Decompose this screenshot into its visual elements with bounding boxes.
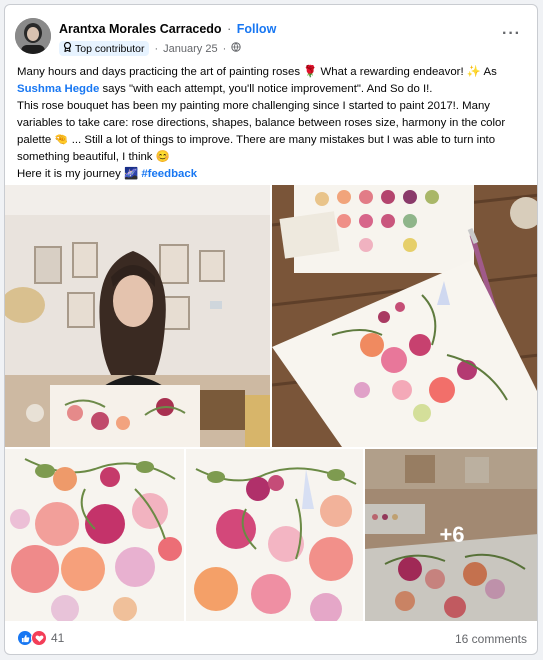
text-line: Here it is my journey 🌌: [17, 168, 142, 180]
love-reaction-icon: [31, 630, 47, 646]
post-text: Many hours and days practicing the art o…: [17, 64, 529, 183]
text-paragraph-2: This rose bouquet has been my painting m…: [17, 100, 506, 163]
author-line: Arantxa Morales Carracedo · Follow: [59, 22, 276, 36]
separator: ·: [227, 22, 232, 36]
photo-palette-painting[interactable]: [272, 185, 537, 447]
separator: ·: [222, 42, 227, 55]
reaction-count: 41: [51, 631, 65, 645]
text-line: says "with each attempt, you'll notice i…: [99, 83, 433, 95]
follow-button[interactable]: Follow: [237, 22, 277, 36]
avatar[interactable]: [15, 18, 51, 54]
post-meta: Top contributor · January 25 ·: [59, 41, 241, 56]
text-paragraph-3: Here it is my journey 🌌 #feedback: [17, 166, 529, 183]
mention-link[interactable]: Sushma Hegde: [17, 83, 99, 95]
post-footer: 41 16 comments: [5, 623, 537, 654]
photo-more[interactable]: +6: [365, 449, 537, 621]
more-photos-count[interactable]: +6: [365, 449, 537, 621]
photo-bouquet-1[interactable]: [5, 449, 184, 621]
text-line: Many hours and days practicing the art o…: [17, 66, 497, 78]
photo-grid: +6: [5, 185, 537, 621]
comments-count[interactable]: 16 comments: [455, 632, 527, 646]
post-card: Arantxa Morales Carracedo · Follow Top c…: [4, 4, 538, 655]
reactions-summary[interactable]: 41: [17, 630, 64, 646]
photo-bouquet-2[interactable]: [186, 449, 363, 621]
top-contributor-badge[interactable]: Top contributor: [59, 41, 150, 56]
badge-label: Top contributor: [75, 42, 145, 55]
post-date[interactable]: January 25: [163, 43, 217, 55]
globe-icon: [231, 42, 241, 55]
badge-icon: [63, 41, 72, 55]
hashtag-link[interactable]: #feedback: [141, 168, 197, 180]
separator: ·: [154, 42, 159, 55]
photo-portrait[interactable]: [5, 185, 270, 447]
more-options-button[interactable]: ···: [502, 25, 521, 43]
text-paragraph-1: Many hours and days practicing the art o…: [17, 64, 529, 98]
author-name[interactable]: Arantxa Morales Carracedo: [59, 22, 222, 36]
